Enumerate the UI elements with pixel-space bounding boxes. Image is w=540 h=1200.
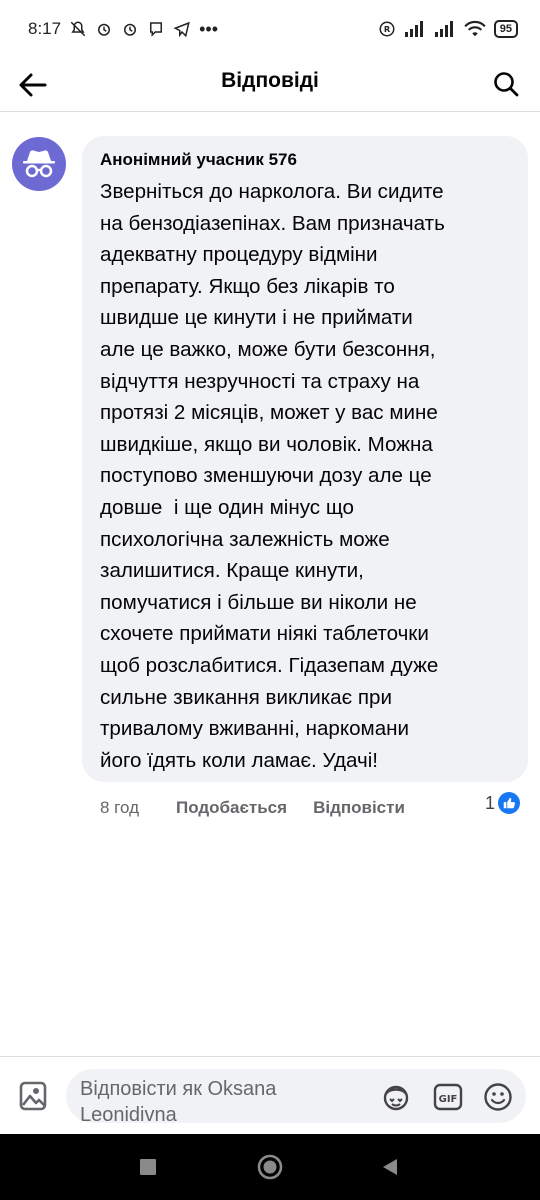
like-button[interactable]: Подобається (176, 798, 287, 818)
registered-icon: R (378, 20, 396, 38)
search-icon (494, 72, 519, 97)
telegram-icon (173, 20, 191, 38)
triangle-back-icon (383, 1159, 397, 1175)
comment-text: Зверніться до нарколога. Ви сидите на бе… (100, 180, 445, 772)
gif-icon: GIF (433, 1083, 463, 1111)
status-bar: 8:17 ••• R 95 (0, 0, 540, 58)
photo-button[interactable] (16, 1079, 50, 1113)
comment-author[interactable]: Анонімний учасник 576 (100, 150, 510, 170)
reply-input-placeholder: Відповісти як Oksana Leonidivna (80, 1078, 277, 1123)
emoji-icon (484, 1083, 512, 1111)
square-icon (140, 1159, 156, 1175)
reply-input[interactable]: Відповісти як Oksana Leonidivna GIF (66, 1069, 526, 1123)
notifications-off-icon (69, 20, 87, 38)
signal-icon (404, 21, 426, 37)
alarm-icon-2 (121, 20, 139, 38)
wifi-icon (464, 20, 486, 38)
emoji-button[interactable] (480, 1079, 516, 1115)
viber-icon (147, 20, 165, 38)
alarm-icon (95, 20, 113, 38)
reactions-summary[interactable]: 1 (485, 792, 520, 814)
comment-actions: 8 год Подобається Відповісти 1 (100, 792, 530, 822)
signal-icon-2 (434, 21, 456, 37)
svg-text:GIF: GIF (439, 1094, 458, 1105)
search-button[interactable] (486, 64, 526, 104)
avatar[interactable] (12, 137, 66, 191)
home-circle-icon (257, 1154, 283, 1180)
reply-composer: Відповісти як Oksana Leonidivna GIF (0, 1056, 540, 1134)
back-nav-button[interactable] (376, 1153, 404, 1181)
more-notifications-icon: ••• (199, 18, 218, 39)
status-time: 8:17 (28, 19, 62, 38)
reaction-count: 1 (484, 792, 495, 813)
avatar-sticker-button[interactable] (378, 1079, 414, 1115)
incognito-icon (23, 150, 55, 178)
svg-text:R: R (384, 24, 391, 34)
battery-indicator: 95 (493, 20, 518, 38)
system-nav-bar (0, 1134, 540, 1200)
page-title: Відповіді (221, 69, 319, 92)
comment-bubble: Анонімний учасник 576 Зверніться до нарк… (82, 136, 528, 782)
app-bar: Відповіді (0, 58, 540, 112)
avatar-sticker-icon (383, 1085, 409, 1111)
home-button[interactable] (256, 1153, 284, 1181)
reply-button[interactable]: Відповісти (313, 798, 405, 818)
photo-icon (19, 1081, 47, 1111)
recents-button[interactable] (134, 1153, 162, 1181)
gif-button[interactable]: GIF (430, 1079, 466, 1115)
comment-time: 8 год (100, 798, 140, 817)
thumbs-up-icon (498, 792, 520, 814)
